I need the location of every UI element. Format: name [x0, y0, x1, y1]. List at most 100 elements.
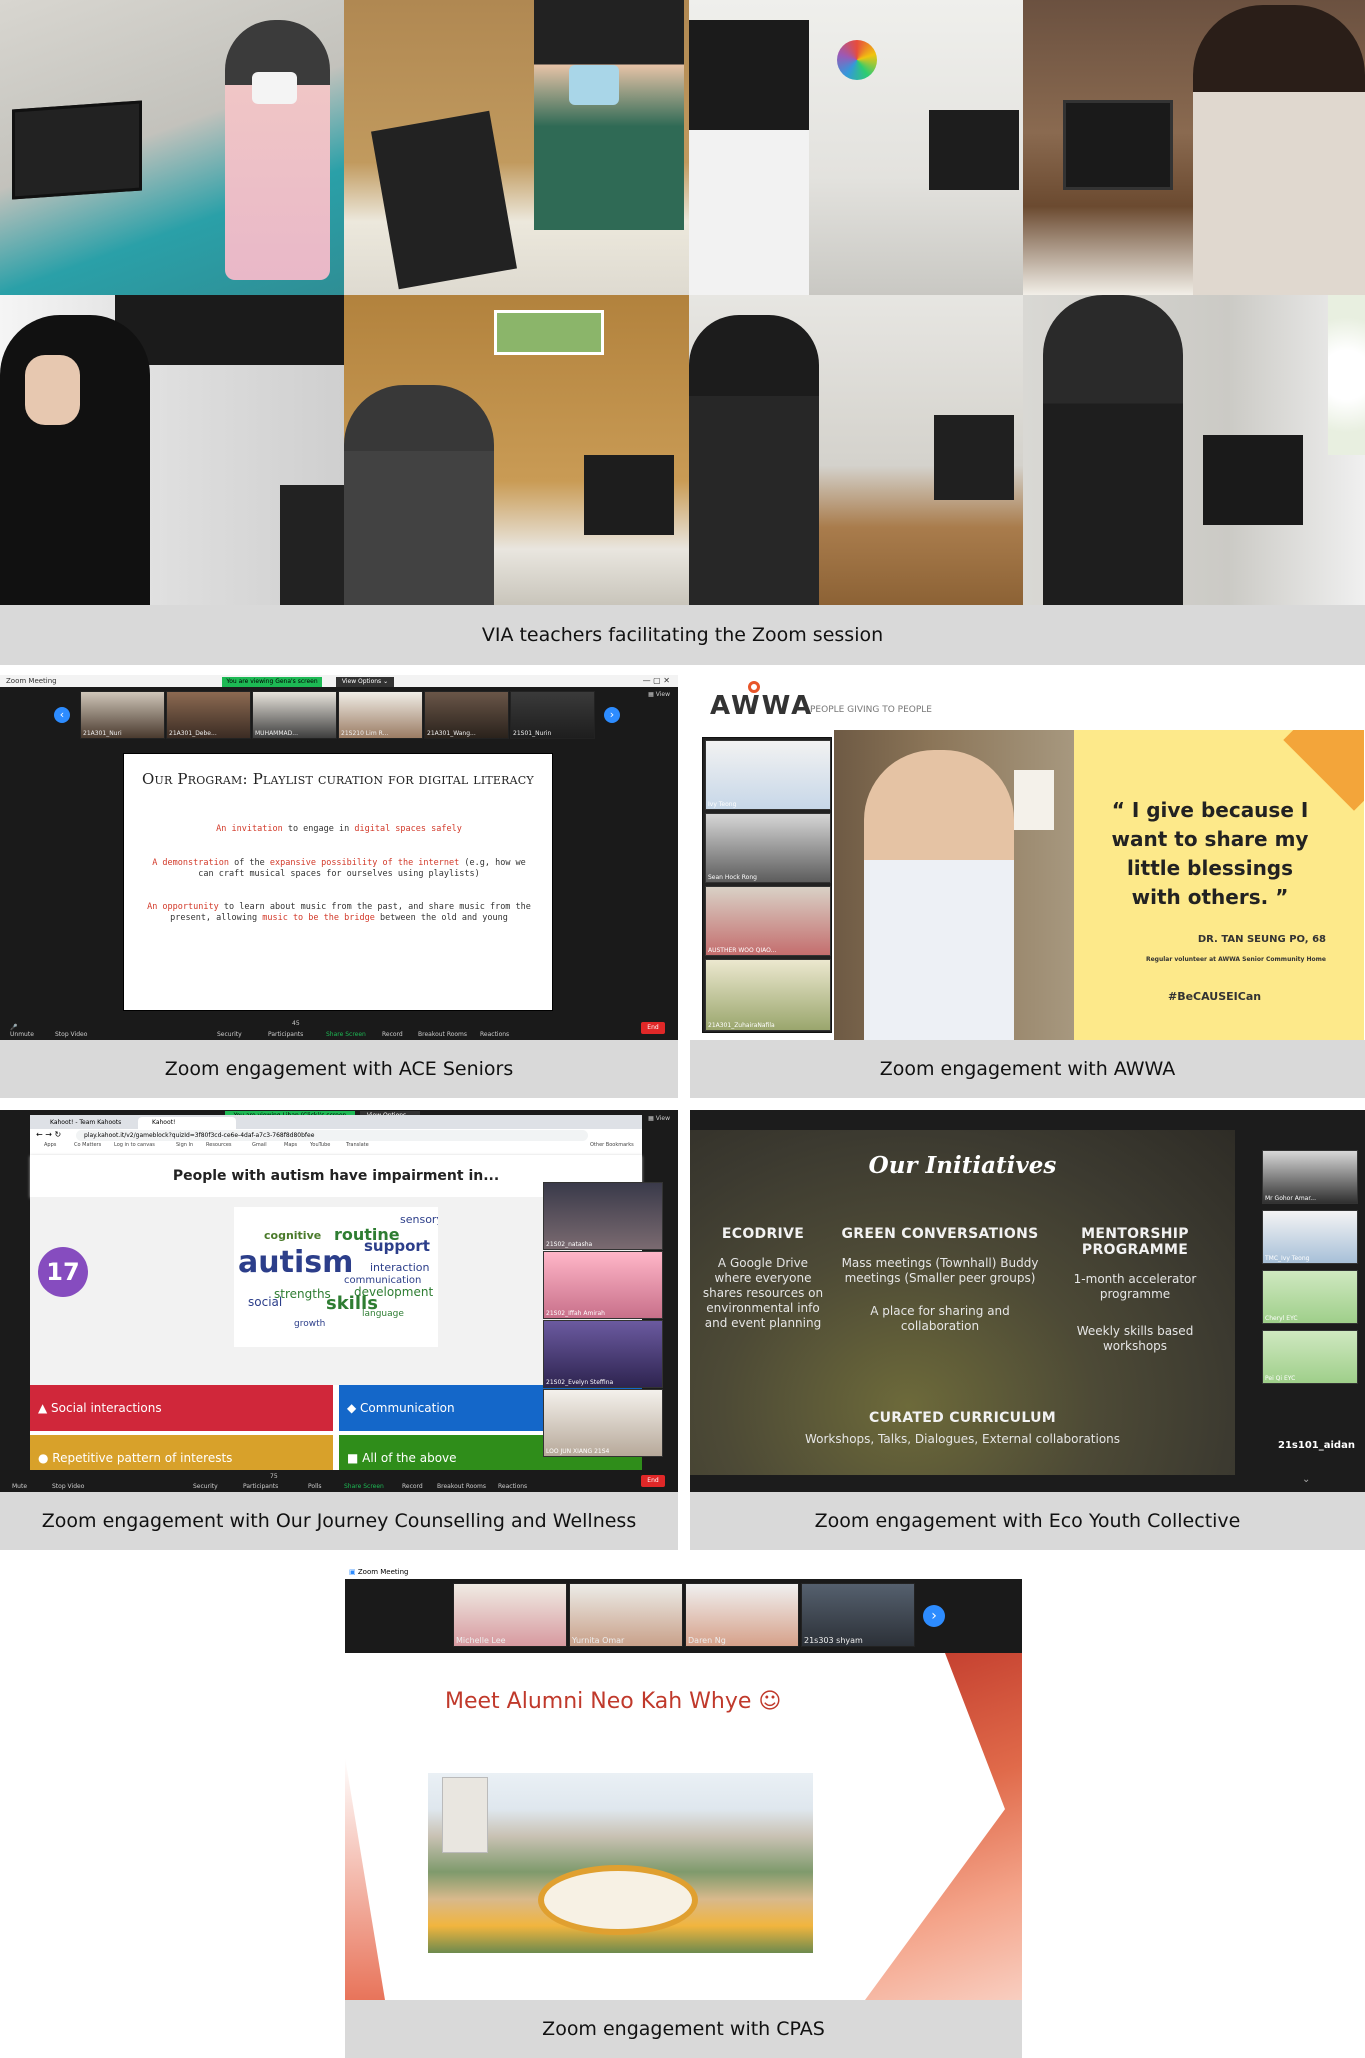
participant-thumb[interactable]: Michelle Lee: [453, 1583, 567, 1647]
participant-tile[interactable]: Ivy Teong: [705, 740, 831, 810]
ojcw-zoom-toolbar: Mute Stop Video Security Participants 75…: [0, 1470, 678, 1492]
address-bar[interactable]: play.kahoot.it/v2/gameblock?quizId=3f80f…: [76, 1130, 588, 1141]
reactions-button[interactable]: Reactions: [498, 1483, 527, 1490]
record-button[interactable]: Record: [402, 1483, 423, 1490]
participants-button[interactable]: Participants: [243, 1483, 278, 1490]
cpas-gallery-strip: Michelle Lee Yurnita Omar Daren Ng 21s30…: [345, 1579, 1022, 1653]
cpas-building-photo: [428, 1773, 813, 1953]
record-button[interactable]: Record: [382, 1031, 403, 1038]
gallery-next-button[interactable]: ›: [923, 1605, 945, 1627]
view-options-button[interactable]: View Options ⌄: [336, 677, 394, 687]
caption-cpas: Zoom engagement with CPAS: [345, 2000, 1022, 2058]
participant-tile[interactable]: 21S02_natasha: [543, 1182, 663, 1250]
mute-button[interactable]: Mute: [12, 1483, 27, 1490]
bookmark[interactable]: Translate: [346, 1142, 369, 1148]
cloud-word: interaction: [370, 1261, 430, 1274]
chevron-down-icon[interactable]: ⌄: [1302, 1474, 1310, 1485]
cpas-window-titlebar: ▣ Zoom Meeting: [345, 1565, 1022, 1579]
view-button[interactable]: ▦ View: [648, 691, 670, 698]
teacher-photo-4: [1023, 0, 1365, 295]
stop-video-button[interactable]: Stop Video: [55, 1031, 87, 1038]
participants-button[interactable]: Participants: [268, 1031, 303, 1038]
security-button[interactable]: Security: [217, 1031, 242, 1038]
unmute-button[interactable]: 🎤 Unmute: [10, 1024, 34, 1038]
bookmark[interactable]: Gmail: [252, 1142, 267, 1148]
gallery-next-button[interactable]: ›: [604, 707, 620, 723]
participant-tile[interactable]: Cheryl EYC: [1262, 1270, 1358, 1324]
reactions-button[interactable]: Reactions: [480, 1031, 509, 1038]
eye-chart: [1014, 770, 1054, 830]
teacher-photo-5: [0, 295, 344, 605]
bookmark[interactable]: Apps: [44, 1142, 56, 1148]
bookmark[interactable]: Other Bookmarks: [590, 1142, 634, 1148]
end-button[interactable]: End: [641, 1475, 665, 1487]
bookmark[interactable]: Sign In: [176, 1142, 193, 1148]
bookmark[interactable]: Log in to canvas: [114, 1142, 155, 1148]
participant-thumb[interactable]: 21S01_Nurin: [510, 691, 595, 739]
teacher-photo-2: [344, 0, 689, 295]
answer-option[interactable]: ▲ Social interactions: [30, 1385, 333, 1431]
gallery-prev-button[interactable]: ‹: [54, 707, 70, 723]
ace-window-title: Zoom Meeting: [6, 677, 57, 685]
breakout-rooms-button[interactable]: Breakout Rooms: [418, 1031, 467, 1038]
breakout-rooms-button[interactable]: Breakout Rooms: [437, 1483, 486, 1490]
awwa-quote-author: DR. TAN SEUNG PO, 68: [1197, 934, 1326, 945]
initiative-green-conversations: GREEN CONVERSATIONS Mass meetings (Townh…: [841, 1226, 1039, 1333]
caption-ace: Zoom engagement with ACE Seniors: [0, 1040, 678, 1098]
teacher-photo-3: [689, 0, 1023, 295]
caption-awwa: Zoom engagement with AWWA: [690, 1040, 1365, 1098]
browser-tab[interactable]: Kahoot! - Team Kahoots: [36, 1117, 134, 1129]
share-screen-button[interactable]: Share Screen: [326, 1031, 366, 1038]
participant-tile[interactable]: 21S02_Evelyn Steffina: [543, 1320, 663, 1388]
bookmark[interactable]: YouTube: [310, 1142, 330, 1148]
end-button[interactable]: End: [641, 1022, 665, 1034]
building-block: [442, 1777, 488, 1853]
kahoot-timer: 17: [38, 1247, 88, 1297]
participant-tile[interactable]: TMC_Ivy Teong: [1262, 1210, 1358, 1264]
participant-tile[interactable]: Mr Gohor Amar...: [1262, 1150, 1358, 1204]
bookmark[interactable]: Co Matters: [74, 1142, 101, 1148]
participant-tile[interactable]: 21A301_ZuhairaNafila: [705, 959, 831, 1031]
autism-word-cloud: cognitive autism routine support strengt…: [234, 1207, 438, 1347]
slide-decoration: [865, 1653, 1022, 2000]
shared-slide: Our Program: Playlist curation for digit…: [123, 753, 553, 1011]
cpas-zoom-window: ▣ Zoom Meeting Michelle Lee Yurnita Omar…: [345, 1565, 1022, 2000]
eyc-slide: Our Initiatives ECODRIVE A Google Drive …: [690, 1130, 1235, 1475]
nav-back-icon[interactable]: ← → ↻: [36, 1130, 61, 1139]
bookmark[interactable]: Maps: [284, 1142, 297, 1148]
participant-tile[interactable]: 21S02_Iffah Amirah: [543, 1251, 663, 1319]
cloud-word: language: [362, 1309, 404, 1319]
cpas-slide-title: Meet Alumni Neo Kah Whye ☺: [445, 1689, 782, 1714]
participant-thumb[interactable]: 21A301_Wang...: [424, 691, 509, 739]
participant-tile[interactable]: AUSTHER WOO QIAO...: [705, 886, 831, 956]
bookmark[interactable]: Resources: [206, 1142, 232, 1148]
participant-thumb[interactable]: 21s303 shyam: [801, 1583, 915, 1647]
caption-ojcw: Zoom engagement with Our Journey Counsel…: [0, 1492, 678, 1550]
cloud-word: support: [364, 1237, 430, 1255]
awwa-quote-panel: “ I give because I want to share my litt…: [1074, 730, 1364, 1040]
slide-point-2: A demonstration of the expansive possibi…: [152, 858, 526, 879]
screen-share-banner: You are viewing Gena's screen: [222, 677, 322, 687]
window-controls[interactable]: — ▢ ✕: [643, 675, 670, 687]
cloud-word: cognitive: [264, 1229, 322, 1242]
cloud-word: social: [248, 1295, 283, 1309]
participant-thumb[interactable]: 21A301_Nuri: [80, 691, 165, 739]
participant-thumb[interactable]: Yurnita Omar: [569, 1583, 683, 1647]
polls-button[interactable]: Polls: [308, 1483, 322, 1490]
participant-thumb[interactable]: MUHAMMAD...: [252, 691, 337, 739]
participant-thumb[interactable]: 21A301_Debe...: [166, 691, 251, 739]
ace-zoom-toolbar: 🎤 Unmute Stop Video Security Participants…: [0, 1016, 678, 1040]
participant-tile[interactable]: Pei Qi EYC: [1262, 1330, 1358, 1384]
awwa-zoom-window: AWWA PEOPLE GIVING TO PEOPLE “ I give be…: [690, 675, 1365, 1040]
browser-tab-active[interactable]: Kahoot!: [138, 1117, 236, 1129]
participant-tile[interactable]: LOO JUN XIANG 21S4: [543, 1389, 663, 1457]
stop-video-button[interactable]: Stop Video: [52, 1483, 84, 1490]
view-button[interactable]: ▦ View: [648, 1115, 670, 1122]
participant-thumb[interactable]: Daren Ng: [685, 1583, 799, 1647]
participant-tile[interactable]: Sean Hock Rong: [705, 813, 831, 883]
view-label: View: [655, 691, 670, 698]
participant-thumb[interactable]: 21S210 Lim R...: [338, 691, 423, 739]
share-screen-button[interactable]: Share Screen: [344, 1483, 384, 1490]
initiative-ecodrive: ECODRIVE A Google Drive where everyone s…: [702, 1226, 824, 1330]
security-button[interactable]: Security: [193, 1483, 218, 1490]
